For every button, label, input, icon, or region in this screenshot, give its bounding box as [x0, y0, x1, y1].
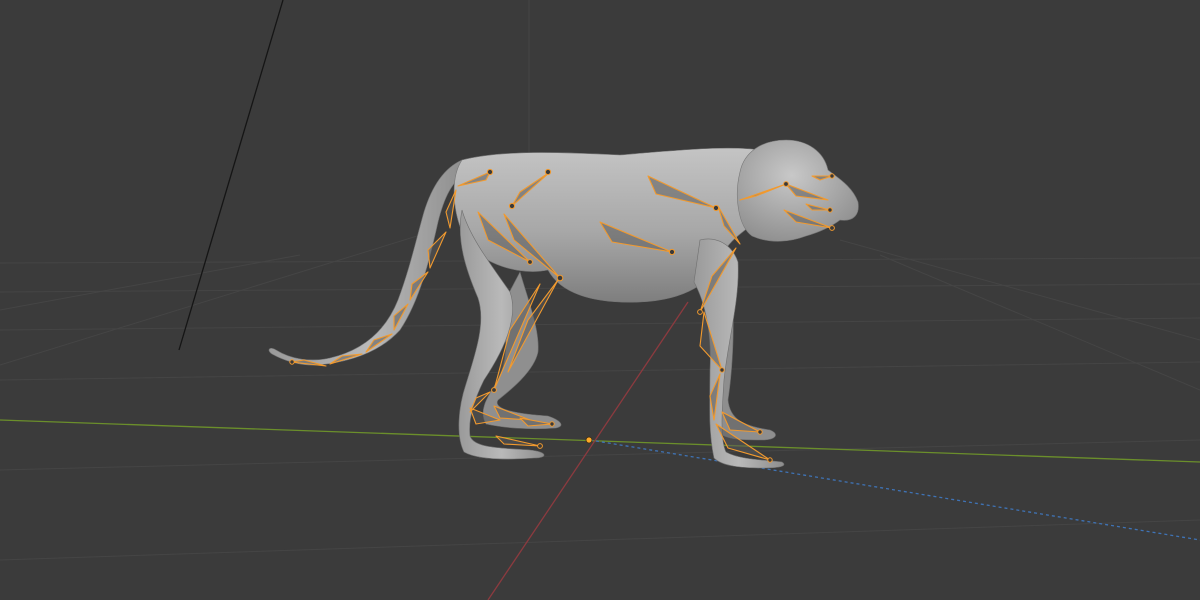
3d-viewport[interactable]	[0, 0, 1200, 600]
tail-mesh	[268, 159, 469, 366]
z-axis-line	[589, 439, 1200, 541]
bone-tail-02[interactable]	[445, 189, 457, 229]
viewport-canvas[interactable]	[0, 0, 1200, 600]
y-axis-line	[0, 419, 1200, 463]
bone-foot-far[interactable]	[493, 405, 531, 421]
world-origin-marker	[585, 436, 593, 444]
scene-guide-line	[178, 0, 284, 351]
